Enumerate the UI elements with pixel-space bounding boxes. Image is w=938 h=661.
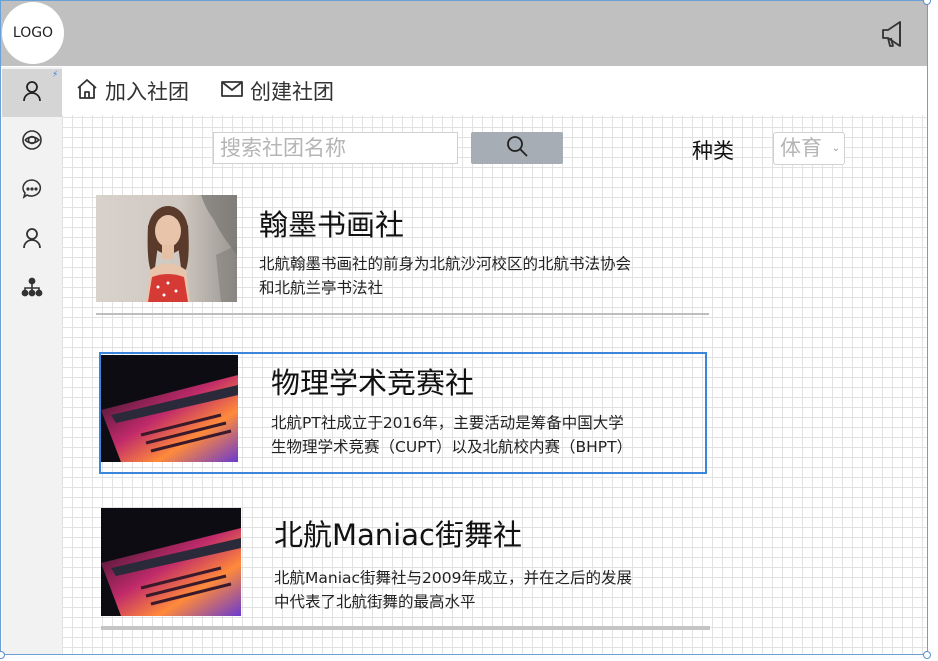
search-button[interactable] — [471, 132, 563, 164]
resize-handle[interactable] — [0, 651, 5, 659]
club-title[interactable]: 物理学术竞赛社 — [271, 360, 474, 402]
join-club-label: 加入社团 — [105, 80, 189, 104]
club-image[interactable] — [101, 355, 238, 462]
search-input[interactable]: 搜索社团名称 — [213, 132, 458, 164]
club-description: 北航翰墨书画社的前身为北航沙河校区的北航书法协会 和北航兰亭书法社 — [259, 252, 631, 300]
club-desc-line: 北航PT社成立于2016年，主要活动是筹备中国大学 — [271, 414, 624, 432]
club-desc-line: 中代表了北航街舞的最高水平 — [274, 593, 476, 611]
search-placeholder: 搜索社团名称 — [220, 136, 346, 160]
search-icon — [505, 134, 529, 162]
top-bar: LOGO — [0, 0, 927, 66]
logo-text: LOGO — [12, 25, 54, 41]
mail-icon — [220, 77, 244, 106]
category-label: 种类 — [692, 139, 734, 163]
logo[interactable]: LOGO — [2, 2, 64, 64]
chat-icon — [21, 178, 43, 204]
club-desc-line: 和北航兰亭书法社 — [259, 279, 384, 297]
sidebar-item-chat[interactable] — [2, 167, 62, 215]
club-image[interactable] — [101, 508, 241, 616]
sidebar-item-view[interactable] — [2, 118, 62, 166]
club-desc-line: 北航Maniac街舞社与2009年成立，并在之后的发展 — [274, 569, 632, 587]
home-icon — [75, 77, 99, 106]
org-chart-icon — [21, 276, 43, 302]
club-description: 北航Maniac街舞社与2009年成立，并在之后的发展 中代表了北航街舞的最高水… — [274, 566, 632, 614]
create-club-menu[interactable]: 创建社团 — [220, 77, 334, 105]
club-title[interactable]: 北航Maniac街舞社 — [274, 512, 522, 554]
sidebar-item-members[interactable] — [2, 216, 62, 264]
club-title[interactable]: 翰墨书画社 — [259, 202, 404, 244]
divider — [96, 313, 709, 315]
user-icon — [21, 227, 43, 253]
resize-handle[interactable] — [923, 0, 931, 5]
sidebar-item-structure[interactable] — [2, 265, 62, 313]
category-select[interactable]: 体育 ⌄ — [773, 132, 845, 165]
sidebar: ⚡ — [2, 67, 62, 655]
resize-handle[interactable] — [923, 651, 931, 659]
menu-bar: 加入社团 创建社团 — [62, 67, 927, 115]
join-club-menu[interactable]: 加入社团 — [75, 77, 189, 105]
megaphone-icon[interactable] — [880, 19, 908, 49]
eye-icon — [21, 129, 43, 155]
user-icon — [21, 80, 43, 106]
club-desc-line: 北航翰墨书画社的前身为北航沙河校区的北航书法协会 — [259, 255, 632, 273]
sidebar-item-profile[interactable]: ⚡ — [2, 69, 62, 117]
club-desc-line: 生物理学术竞赛（CUPT）以及北航校内赛（BHPT） — [271, 438, 633, 456]
category-value: 体育 — [780, 136, 822, 160]
club-description: 北航PT社成立于2016年，主要活动是筹备中国大学 生物理学术竞赛（CUPT）以… — [271, 411, 632, 459]
create-club-label: 创建社团 — [250, 80, 334, 104]
club-image[interactable] — [96, 195, 237, 302]
chevron-down-icon: ⌄ — [831, 143, 840, 154]
divider — [101, 626, 710, 630]
bolt-icon: ⚡ — [52, 70, 59, 80]
